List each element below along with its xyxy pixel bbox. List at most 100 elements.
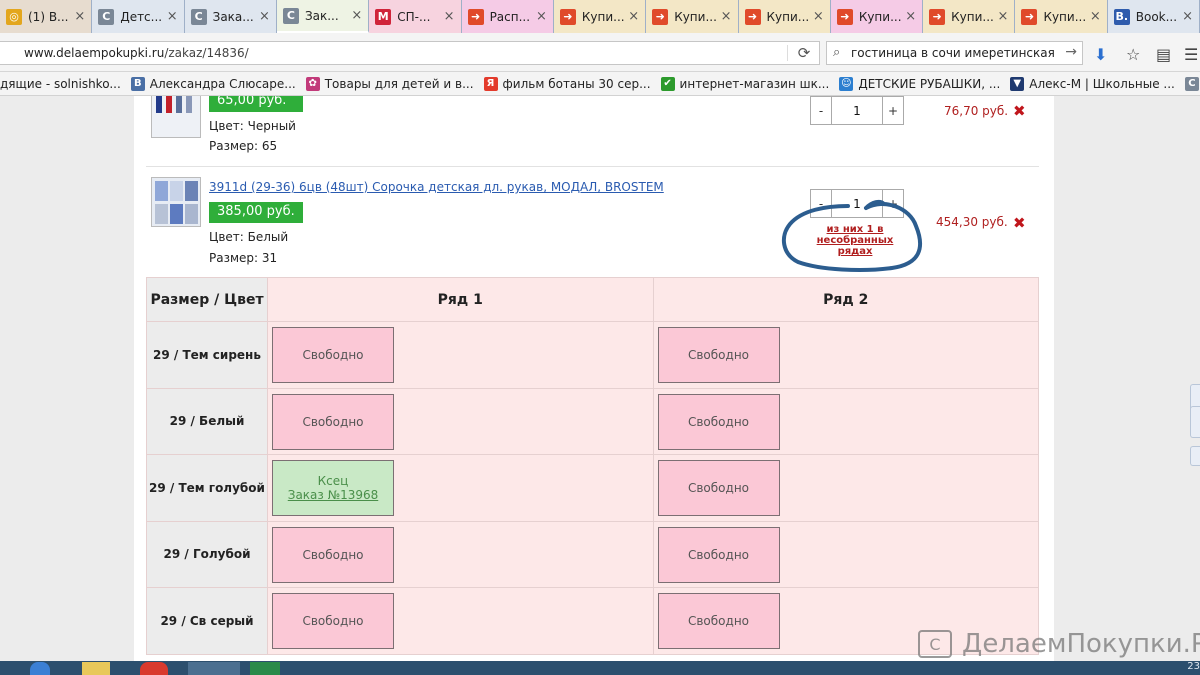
close-icon[interactable]: × xyxy=(720,9,732,24)
browser-tab[interactable]: C Зак... × xyxy=(276,0,370,33)
qty-plus-button[interactable]: + xyxy=(883,97,903,124)
browser-tab[interactable]: B. Book... × xyxy=(1107,0,1200,33)
close-icon[interactable]: × xyxy=(904,9,916,24)
screen: ◎ (1) В... × C Детс... × C Зака... × C Зак... × M СП-… xyxy=(0,0,1200,675)
browser-tab[interactable]: C Детс... × xyxy=(92,0,185,33)
slot-status: Свободно xyxy=(687,348,750,362)
side-widget-tab[interactable] xyxy=(1190,446,1200,466)
bookmark-item[interactable]: ✿ Товары для детей и в... xyxy=(305,76,474,91)
browser-tab[interactable]: ➜ Расп... × xyxy=(461,0,554,33)
free-slot[interactable]: Свободно xyxy=(657,593,780,649)
browser-tab[interactable]: ◎ (1) В... × xyxy=(0,0,93,33)
site-watermark: C ДелаемПокупки.Ру xyxy=(918,629,1200,659)
reading-list-icon[interactable]: ▤ xyxy=(1156,45,1171,64)
slot-order-link[interactable]: Заказ №13968 xyxy=(288,488,379,502)
bookmark-star-icon[interactable]: ☆ xyxy=(1126,45,1140,64)
free-slot[interactable]: Свободно xyxy=(272,327,394,383)
smile-icon: ☺ xyxy=(839,76,854,91)
bookmark-item[interactable]: B Александра Слюсаре... xyxy=(130,76,296,91)
slot-user: Ксец xyxy=(317,474,349,488)
grid-cell: Свободно xyxy=(267,321,654,389)
browser-tab[interactable]: M СП-... × xyxy=(369,0,462,33)
row-size-color-label: 29 / Голубой xyxy=(146,520,268,588)
bookmark-item[interactable]: ▼ Алекс-М | Школьные ... xyxy=(1010,76,1175,91)
close-icon[interactable]: × xyxy=(627,9,639,24)
item-price: 385,00 руб. xyxy=(209,202,303,223)
product-thumbnail[interactable] xyxy=(151,96,201,138)
download-icon[interactable]: ⬇ xyxy=(1094,45,1107,64)
bookmark-label: Александра Слюсаре... xyxy=(149,76,296,91)
close-icon[interactable]: × xyxy=(258,9,270,24)
item-total: 76,70 руб. xyxy=(944,104,1009,118)
browser-tab[interactable]: ➜ Купи... × xyxy=(923,0,1016,33)
grid-row: 29 / Св серый Свободно Свободно xyxy=(146,587,1039,655)
address-bar[interactable]: www.delaempokupki.ru/zakaz/14836/ ⟳ xyxy=(0,41,820,65)
chrome-icon[interactable] xyxy=(140,662,168,675)
free-slot[interactable]: Свободно xyxy=(657,526,780,583)
free-slot[interactable]: Свободно xyxy=(657,327,780,383)
grid-cell: Свободно xyxy=(652,520,1039,588)
product-link[interactable]: 3911d (29-36) 6цв (48шт) Сорочка детская… xyxy=(209,180,664,194)
delete-icon[interactable]: ✖ xyxy=(1013,102,1026,120)
grid-cell: Ксец Заказ №13968 xyxy=(267,454,654,522)
grid-row: 29 / Тем голубой Ксец Заказ №13968 Свободно xyxy=(146,454,1039,522)
close-icon[interactable]: × xyxy=(166,9,178,24)
bookmark-item[interactable]: Яфильм ботаны 30 сер... xyxy=(483,76,651,91)
search-box[interactable]: ⌕ гостиница в сочи имеретинская → xyxy=(826,41,1083,65)
firefox-icon[interactable] xyxy=(188,662,240,675)
folder-icon[interactable] xyxy=(82,662,110,675)
tab-label: Купи... xyxy=(766,9,810,24)
grid-cell: Свободно xyxy=(267,387,654,455)
close-icon[interactable]: × xyxy=(443,9,455,24)
browser-tab[interactable]: ➜ Купи... × xyxy=(646,0,739,33)
search-input[interactable]: гостиница в сочи имеретинская xyxy=(851,46,1055,60)
tab-label: (1) В... xyxy=(28,9,69,24)
close-icon[interactable]: × xyxy=(350,8,362,23)
arrow-icon: ➜ xyxy=(836,8,853,25)
bookmark-item[interactable]: ☺ ДЕТСКИЕ РУБАШКИ, ... xyxy=(839,76,1001,91)
close-icon[interactable]: × xyxy=(1089,9,1101,24)
close-icon[interactable]: × xyxy=(812,9,824,24)
tab-label: Купи... xyxy=(581,9,625,24)
search-go-icon[interactable]: → xyxy=(1065,44,1077,60)
close-icon[interactable]: × xyxy=(996,9,1009,24)
url-path: /zakaz/14836/ xyxy=(164,46,249,60)
bookmark-item[interactable]: дящие - solnishko... xyxy=(0,77,121,91)
row-size-color-label: 29 / Тем голубой xyxy=(146,454,268,522)
qty-input[interactable]: 1 xyxy=(831,97,883,124)
tab-label: Зака... xyxy=(212,9,254,24)
grid-row: 29 / Тем сирень Свободно Свободно xyxy=(146,321,1039,389)
watermark-text: ДелаемПокупки.Ру xyxy=(962,629,1200,659)
item-total: 454,30 руб. xyxy=(936,215,1008,229)
close-icon[interactable]: × xyxy=(1181,9,1193,24)
browser-tab[interactable]: ➜ Купи... × xyxy=(553,0,647,33)
free-slot[interactable]: Свободно xyxy=(272,393,394,450)
excel-icon[interactable] xyxy=(250,662,280,675)
side-widget-tab[interactable] xyxy=(1190,406,1200,438)
browser-tab[interactable]: ➜ Купи... × xyxy=(738,0,831,33)
bookmark-label: ДЕТСКИЕ РУБАШКИ, ... xyxy=(858,76,1001,91)
free-slot[interactable]: Свободно xyxy=(657,460,780,516)
taken-slot[interactable]: Ксец Заказ №13968 xyxy=(272,460,394,516)
browser-tab[interactable]: C Зака... × xyxy=(184,0,277,33)
close-icon[interactable]: × xyxy=(535,9,547,24)
bookmark-item[interactable]: CПользователи сайта /... xyxy=(1184,76,1200,91)
unassembled-rows-note[interactable]: из них 1 в несобранных рядах xyxy=(805,224,905,257)
delete-icon[interactable]: ✖ xyxy=(1013,214,1026,232)
browser-tab[interactable]: ➜ Купи... × xyxy=(830,0,924,33)
grid-cell: Свободно xyxy=(652,387,1039,455)
free-slot[interactable]: Свободно xyxy=(657,393,780,450)
reload-icon[interactable]: ⟳ xyxy=(795,44,813,62)
windows-taskbar: 23 xyxy=(0,661,1200,675)
menu-icon[interactable]: ☰ xyxy=(1184,45,1198,64)
free-slot[interactable]: Свободно xyxy=(272,593,394,649)
doc-icon: C xyxy=(190,8,207,25)
free-slot[interactable]: Свободно xyxy=(272,526,394,583)
bookmark-item[interactable]: ✔ интернет-магазин шк... xyxy=(660,76,829,91)
arrow-icon: ➜ xyxy=(559,8,576,25)
browser-tab[interactable]: ➜ Купи... × xyxy=(1015,0,1108,33)
close-icon[interactable]: × xyxy=(73,9,85,24)
product-thumbnail[interactable] xyxy=(151,177,201,227)
qty-minus-button[interactable]: - xyxy=(811,97,831,124)
ie-icon[interactable] xyxy=(30,662,50,675)
